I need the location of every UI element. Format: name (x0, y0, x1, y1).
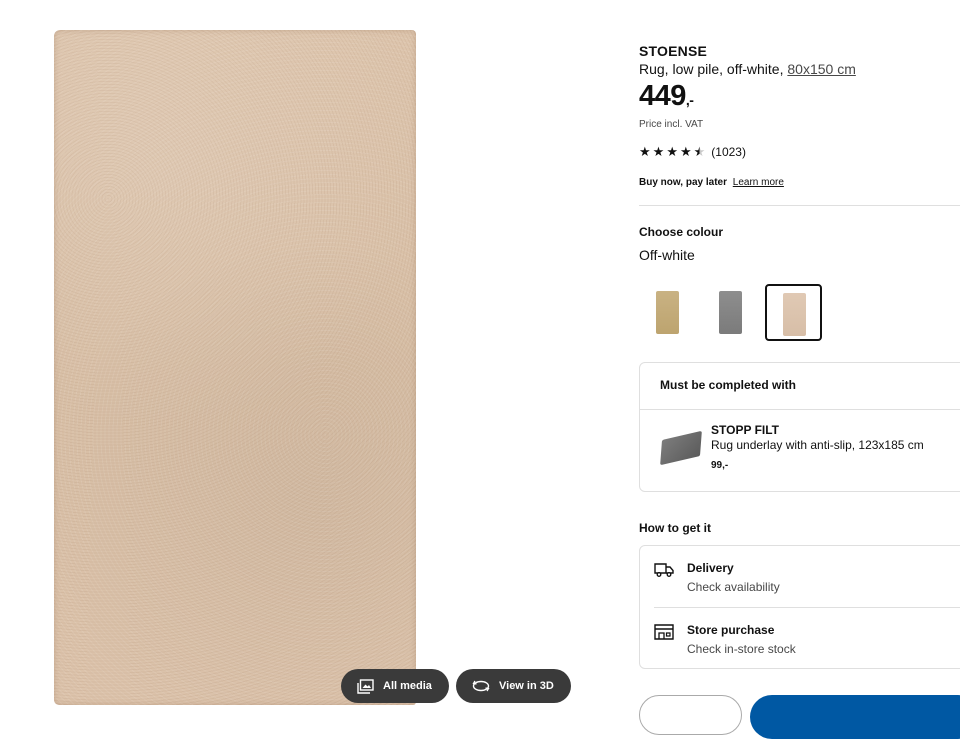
price-main: 449 (639, 80, 686, 112)
bnpl-text: Buy now, pay later (639, 177, 727, 188)
star-icon: ★ (666, 144, 678, 159)
star-icon: ★ (679, 144, 692, 159)
rating-count: (1023) (711, 145, 746, 159)
accessory-price: 99,- (711, 460, 729, 471)
must-complete-heading: Must be completed with (660, 378, 797, 392)
colour-swatch-beige[interactable] (639, 284, 696, 341)
accessory-description: Rug underlay with anti-slip, 123x185 cm (711, 438, 924, 452)
selected-colour: Off-white (639, 247, 695, 263)
must-complete-card: Must be completed with STOPP FILT Rug un… (639, 362, 960, 492)
buy-now-pay-later: Buy now, pay later Learn more (639, 177, 784, 188)
how-to-get-it-heading: How to get it (639, 521, 711, 535)
accessory-image[interactable] (660, 430, 702, 466)
store-icon (654, 624, 674, 645)
half-star-icon: ★ (693, 144, 706, 159)
vat-note: Price incl. VAT (639, 119, 704, 130)
truck-icon (654, 562, 674, 583)
secondary-action-button[interactable] (639, 695, 742, 735)
delivery-subtitle: Check availability (687, 580, 780, 594)
rating[interactable]: ★ ★ ★ ★ ★ (1023) (639, 145, 746, 160)
star-icon: ★ (639, 144, 651, 159)
accessory-name[interactable]: STOPP FILT (711, 423, 779, 437)
learn-more-link[interactable]: Learn more (733, 177, 784, 188)
all-media-label: All media (383, 680, 432, 692)
divider (640, 409, 960, 410)
choose-colour-heading: Choose colour (639, 225, 724, 239)
swatch-chip (783, 293, 806, 336)
store-purchase-option[interactable]: Store purchase Check in-store stock (654, 608, 960, 666)
price-decimal: ,- (685, 92, 694, 108)
product-image[interactable] (54, 30, 416, 705)
swatch-chip (719, 291, 742, 334)
product-gallery: All media View in 3D (0, 0, 600, 709)
all-media-button[interactable]: All media (341, 669, 449, 703)
fulfilment-card: Delivery Check availability Store purcha… (639, 545, 960, 669)
add-to-bag-button[interactable] (750, 695, 960, 739)
media-icon (357, 678, 374, 694)
product-info-panel: STOENSE Rug, low pile, off-white, 80x150… (639, 0, 960, 739)
store-purchase-subtitle: Check in-store stock (687, 642, 796, 656)
view-3d-label: View in 3D (499, 680, 554, 692)
swatch-chip (656, 291, 679, 334)
rotate-3d-icon (472, 679, 490, 693)
size-link[interactable]: 80x150 cm (787, 61, 855, 77)
star-icon: ★ (652, 144, 665, 159)
colour-swatch-grey[interactable] (702, 284, 759, 341)
store-purchase-title: Store purchase (687, 623, 775, 637)
product-price: 449,- (639, 80, 694, 113)
rating-stars: ★ ★ ★ ★ ★ (639, 145, 705, 159)
delivery-option[interactable]: Delivery Check availability (654, 546, 960, 604)
divider (639, 205, 960, 206)
product-name: STOENSE (639, 43, 708, 59)
view-3d-button[interactable]: View in 3D (456, 669, 571, 703)
delivery-title: Delivery (687, 561, 734, 575)
product-description-text: Rug, low pile, off-white, (639, 61, 784, 77)
product-description: Rug, low pile, off-white, 80x150 cm (639, 61, 856, 77)
colour-swatch-off-white[interactable] (765, 284, 822, 341)
